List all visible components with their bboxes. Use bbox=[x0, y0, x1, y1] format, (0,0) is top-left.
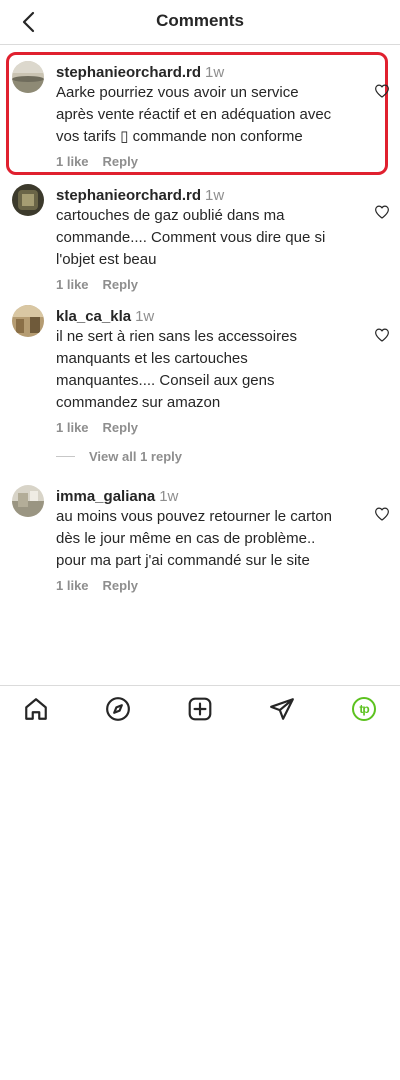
comment-text: cartouches de gaz oublié dans ma command… bbox=[56, 207, 326, 268]
reply-button[interactable]: Reply bbox=[103, 277, 138, 292]
bottom-nav: tp bbox=[0, 685, 400, 732]
nav-profile[interactable]: tp bbox=[351, 696, 377, 722]
avatar[interactable] bbox=[12, 485, 44, 517]
reply-button[interactable]: Reply bbox=[103, 154, 138, 169]
heart-icon[interactable] bbox=[374, 204, 390, 220]
nav-direct[interactable] bbox=[269, 696, 295, 722]
comment-body: imma_galiana 1w au moins vous pouvez reto… bbox=[56, 488, 346, 593]
comment-body: stephanieorchard.rd 1w Aarke pourriez vou… bbox=[56, 64, 346, 169]
avatar[interactable] bbox=[12, 305, 44, 337]
view-replies-label: View all 1 reply bbox=[89, 449, 182, 464]
comment-body: stephanieorchard.rd 1w cartouches de gaz … bbox=[56, 187, 346, 292]
comment-username[interactable]: imma_galiana bbox=[56, 488, 155, 505]
nav-create[interactable] bbox=[187, 696, 213, 722]
explore-icon bbox=[106, 697, 130, 721]
comment-body: kla_ca_kla 1w il ne sert à rien sans les … bbox=[56, 308, 346, 435]
home-icon bbox=[25, 698, 47, 720]
comment-time: 1w bbox=[205, 187, 225, 204]
comment-text: il ne sert à rien sans les accessoires m… bbox=[56, 328, 297, 411]
comment-username[interactable]: kla_ca_kla bbox=[56, 308, 131, 325]
avatar[interactable] bbox=[12, 61, 44, 93]
comment-username[interactable]: stephanieorchard.rd bbox=[56, 187, 201, 204]
comment-likes[interactable]: 1 like bbox=[56, 578, 89, 593]
nav-explore[interactable] bbox=[105, 696, 131, 722]
comment-time: 1w bbox=[159, 488, 179, 505]
heart-icon[interactable] bbox=[374, 83, 390, 99]
comment-likes[interactable]: 1 like bbox=[56, 154, 89, 169]
comment-text: Aarke pourriez vous avoir un service apr… bbox=[56, 84, 332, 145]
comment-time: 1w bbox=[205, 64, 225, 81]
divider bbox=[56, 456, 75, 457]
nav-home[interactable] bbox=[23, 696, 49, 722]
comment-time: 1w bbox=[135, 308, 155, 325]
view-replies-button[interactable]: View all 1 reply bbox=[56, 449, 182, 464]
comment-text: au moins vous pouvez retourner le carton… bbox=[56, 508, 332, 569]
comment-likes[interactable]: 1 like bbox=[56, 277, 89, 292]
comment-likes[interactable]: 1 like bbox=[56, 420, 89, 435]
page-title: Comments bbox=[156, 11, 244, 30]
direct-message-icon bbox=[270, 698, 294, 720]
profile-avatar: tp bbox=[352, 697, 376, 721]
create-icon bbox=[188, 697, 212, 721]
heart-icon[interactable] bbox=[374, 327, 390, 343]
heart-icon[interactable] bbox=[374, 506, 390, 522]
reply-button[interactable]: Reply bbox=[103, 578, 138, 593]
comment-username[interactable]: stephanieorchard.rd bbox=[56, 64, 201, 81]
reply-button[interactable]: Reply bbox=[103, 420, 138, 435]
header: Comments bbox=[0, 0, 400, 45]
avatar[interactable] bbox=[12, 184, 44, 216]
